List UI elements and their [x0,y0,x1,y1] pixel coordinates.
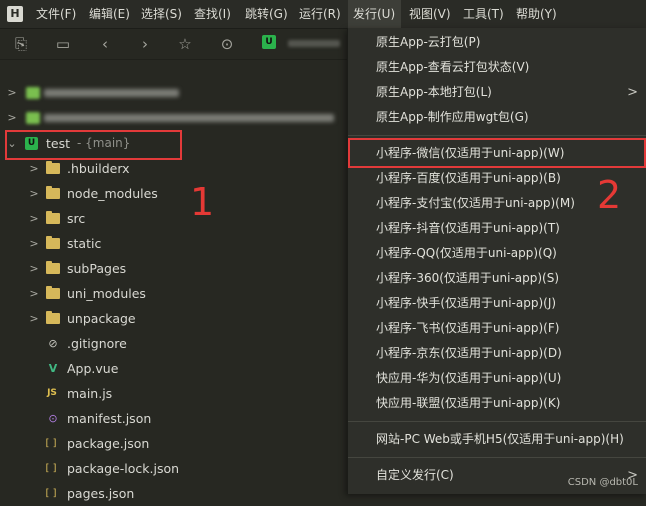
menu-select[interactable]: 选择(S) [141,0,182,28]
tree-item-file[interactable]: JS main.js [0,381,346,406]
menu-divider [348,421,646,422]
folder-icon [46,286,60,299]
chevron-right-icon: > [627,85,638,100]
hbuilderx-logo-icon: H [7,6,23,22]
new-file-icon[interactable]: ⎘ [10,33,32,55]
tree-item-folder[interactable]: > uni_modules [0,281,346,306]
menu-item-mp-360[interactable]: 小程序-360(仅适用于uni-app)(S) [348,266,646,291]
menu-divider [348,457,646,458]
chevron-right-icon[interactable]: > [28,206,40,231]
folder-name: uni_modules [67,286,146,301]
menu-item-mp-douyin[interactable]: 小程序-抖音(仅适用于uni-app)(T) [348,216,646,241]
menu-file[interactable]: 文件(F) [36,0,76,28]
menu-item-mp-kuaishou[interactable]: 小程序-快手(仅适用于uni-app)(J) [348,291,646,316]
menu-item-app-cloud-pack[interactable]: 原生App-云打包(P) [348,30,646,55]
folder-name: subPages [67,261,127,276]
menu-run[interactable]: 运行(R) [299,0,341,28]
folder-name: src [67,211,86,226]
project-icon [26,87,40,99]
menu-goto[interactable]: 跳转(G) [245,0,288,28]
tree-item-file[interactable]: ⊙ manifest.json [0,406,346,431]
chevron-right-icon[interactable]: > [28,281,40,306]
folder-name: node_modules [67,186,158,201]
folder-icon [46,161,60,174]
tree-item[interactable]: > [0,80,346,105]
menu-publish[interactable]: 发行(U) [348,0,402,28]
publish-dropdown-menu: 原生App-云打包(P) 原生App-查看云打包状态(V) 原生App-本地打包… [347,28,646,494]
forward-icon[interactable]: › [134,33,156,55]
menu-item-app-wgt[interactable]: 原生App-制作应用wgt包(G) [348,105,646,130]
file-name: main.js [67,386,113,401]
star-icon[interactable]: ☆ [174,33,196,55]
menu-edit[interactable]: 编辑(E) [89,0,130,28]
chevron-right-icon[interactable]: > [28,181,40,206]
tree-item-folder[interactable]: > unpackage [0,306,346,331]
json-file-icon: [ ] [45,438,57,449]
project-icon [26,112,40,124]
folder-name: unpackage [67,311,136,326]
gitignore-icon: ⊘ [48,337,58,350]
menu-item-mp-qq[interactable]: 小程序-QQ(仅适用于uni-app)(Q) [348,241,646,266]
run-icon[interactable]: ⊙ [216,33,238,55]
menu-item-mp-feishu[interactable]: 小程序-飞书(仅适用于uni-app)(F) [348,316,646,341]
menu-help[interactable]: 帮助(Y) [516,0,557,28]
project-chip-icon: U [262,35,276,49]
menu-view[interactable]: 视图(V) [409,0,451,28]
file-name: App.vue [67,361,119,376]
annotation-number-1: 1 [190,180,215,224]
project-explorer: > > ⌄ U test - {main} > .hbuilderx > nod… [0,60,346,501]
menu-item-quickapp-union[interactable]: 快应用-联盟(仅适用于uni-app)(K) [348,391,646,416]
chevron-right-icon[interactable]: > [28,256,40,281]
menu-tools[interactable]: 工具(T) [463,0,504,28]
folder-icon [46,211,60,224]
highlight-weixin-box [348,138,646,168]
manifest-file-icon: ⊙ [48,412,58,425]
folder-icon [46,261,60,274]
tree-item-folder[interactable]: > node_modules [0,181,346,206]
folder-icon [46,311,60,324]
vue-file-icon: V [48,362,58,375]
menu-item-mp-jd[interactable]: 小程序-京东(仅适用于uni-app)(D) [348,341,646,366]
folder-icon [46,186,60,199]
project-name-redacted [44,89,179,97]
menu-item-quickapp-huawei[interactable]: 快应用-华为(仅适用于uni-app)(U) [348,366,646,391]
chevron-right-icon[interactable]: > [28,306,40,331]
chevron-right-icon[interactable]: > [28,231,40,256]
tree-item[interactable]: > [0,105,346,130]
menu-item-app-cloud-status[interactable]: 原生App-查看云打包状态(V) [348,55,646,80]
file-name: manifest.json [67,411,152,426]
annotation-number-2: 2 [597,173,622,217]
breadcrumb [288,40,340,47]
save-icon[interactable]: ▭ [52,33,74,55]
folder-icon [46,236,60,249]
menu-item-app-local-pack[interactable]: 原生App-本地打包(L) > [348,80,646,105]
chevron-right-icon[interactable]: > [6,105,18,130]
file-name: .gitignore [67,336,127,351]
watermark: CSDN @dbt0L [567,477,638,488]
tree-item-file[interactable]: ⊘ .gitignore [0,331,346,356]
file-name: package-lock.json [67,461,180,476]
js-file-icon: JS [47,388,57,398]
menu-item-web-h5[interactable]: 网站-PC Web或手机H5(仅适用于uni-app)(H) [348,427,646,452]
menu-bar: H 文件(F) 编辑(E) 选择(S) 查找(I) 跳转(G) 运行(R) 发行… [0,0,646,29]
highlight-project-box [5,130,182,160]
folder-name: static [67,236,102,251]
tree-item-folder[interactable]: > static [0,231,346,256]
chevron-right-icon[interactable]: > [6,80,18,105]
back-icon[interactable]: ‹ [94,33,116,55]
file-name: package.json [67,436,150,451]
tree-item-file[interactable]: [ ] package-lock.json [0,456,346,481]
menu-divider [348,135,646,136]
json-file-icon: [ ] [45,463,57,474]
tree-item-file[interactable]: [ ] package.json [0,431,346,456]
project-name-redacted [44,114,334,122]
tree-item-folder[interactable]: > src [0,206,346,231]
menu-find[interactable]: 查找(I) [194,0,231,28]
tree-item-file[interactable]: V App.vue [0,356,346,381]
tree-item-folder[interactable]: > subPages [0,256,346,281]
